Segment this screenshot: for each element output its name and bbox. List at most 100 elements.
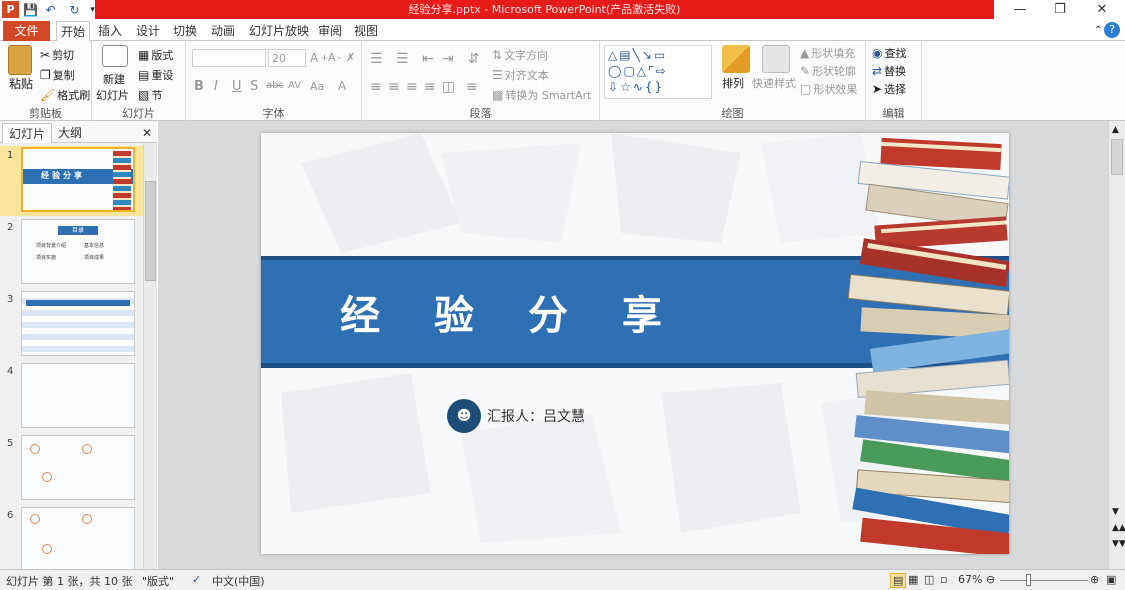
numbering-icon[interactable]: ☰: [396, 51, 409, 67]
right-arrow-shape-icon[interactable]: ⇨: [656, 64, 668, 78]
quick-styles-icon[interactable]: [762, 45, 790, 73]
bracket-shape-icon[interactable]: }: [655, 80, 665, 94]
tab-slides-panel[interactable]: 幻灯片: [2, 123, 53, 143]
close-button[interactable]: ✕: [1082, 0, 1122, 19]
zoom-out-icon[interactable]: ⊖: [986, 573, 995, 586]
arrange-button[interactable]: 排列: [722, 75, 744, 91]
shadow-button[interactable]: S: [250, 79, 258, 94]
help-icon[interactable]: ?: [1104, 22, 1120, 38]
shapes-gallery[interactable]: △▤╲↘▭ ◯▢△⌜⇨ ⇩☆∿{}: [604, 45, 712, 99]
line-spacing-icon[interactable]: ⇵: [468, 51, 480, 67]
new-slide-dropdown[interactable]: 幻灯片: [96, 87, 129, 103]
justify-icon[interactable]: ≡: [424, 79, 436, 95]
star-shape-icon[interactable]: ☆: [620, 80, 633, 94]
oval-shape-icon[interactable]: ◯: [608, 64, 623, 78]
fit-to-window-icon[interactable]: ▣: [1106, 573, 1116, 586]
cut-button[interactable]: ✂ 剪切: [40, 47, 74, 63]
brace-shape-icon[interactable]: {: [645, 80, 655, 94]
slide-thumbnail-2[interactable]: 2 目录 项目背景介绍 基本信息 项目实施 项目成果: [0, 218, 143, 288]
change-case-button[interactable]: Aa: [310, 80, 324, 93]
slide-thumbnail-6[interactable]: 6: [0, 506, 143, 576]
prev-slide-icon[interactable]: ▲▲: [1112, 523, 1125, 533]
strikethrough-button[interactable]: abc: [266, 80, 284, 91]
down-arrow-shape-icon[interactable]: ⇩: [608, 80, 620, 94]
scroll-up-icon[interactable]: ▲: [1112, 125, 1119, 135]
italic-button[interactable]: I: [214, 79, 218, 94]
spellcheck-icon[interactable]: ✓: [192, 573, 201, 586]
theme-status[interactable]: "版式": [142, 573, 174, 589]
triangle2-shape-icon[interactable]: △: [637, 64, 648, 78]
panel-scrollbar[interactable]: [143, 143, 157, 569]
zoom-slider-thumb[interactable]: [1026, 574, 1031, 586]
line-shape-icon[interactable]: ╲: [633, 48, 642, 62]
shape-outline-button[interactable]: ✎ 形状轮廓: [800, 63, 856, 79]
zoom-in-icon[interactable]: ⊕: [1090, 573, 1099, 586]
curve-shape-icon[interactable]: ∿: [633, 80, 645, 94]
format-painter-button[interactable]: 🖌 格式刷: [40, 87, 90, 103]
font-size-box[interactable]: 20: [268, 49, 306, 67]
undo-icon[interactable]: ↶: [42, 1, 59, 18]
bold-button[interactable]: B: [194, 79, 204, 94]
text-direction-button[interactable]: ⇅ 文字方向: [492, 47, 548, 63]
align-left-icon[interactable]: ≡: [370, 79, 382, 95]
layout-button[interactable]: ▦ 版式: [138, 47, 173, 63]
slide-thumbnail-5[interactable]: 5: [0, 434, 143, 504]
clear-format-icon[interactable]: ✗: [346, 51, 355, 64]
panel-close-icon[interactable]: ✕: [136, 123, 158, 143]
tab-slideshow[interactable]: 幻灯片放映: [245, 21, 313, 41]
tab-file[interactable]: 文件: [3, 21, 50, 41]
increase-indent-icon[interactable]: ⇥: [442, 51, 454, 67]
next-slide-icon[interactable]: ▼▼: [1112, 539, 1125, 549]
scroll-down-icon[interactable]: ▼: [1112, 507, 1119, 517]
tab-view[interactable]: 视图: [350, 21, 382, 41]
shape-fill-button[interactable]: ▲ 形状填充: [800, 45, 855, 61]
shape-effects-button[interactable]: □ 形状效果: [800, 81, 857, 97]
tab-design[interactable]: 设计: [132, 21, 164, 41]
reset-button[interactable]: ▤ 重设: [138, 67, 173, 83]
tab-review[interactable]: 审阅: [314, 21, 346, 41]
shrink-font-button[interactable]: A-: [328, 51, 341, 64]
underline-button[interactable]: U: [232, 79, 242, 94]
reading-view-icon[interactable]: ◫: [924, 573, 934, 586]
paste-button[interactable]: 粘贴: [9, 75, 33, 92]
rectangle-shape-icon[interactable]: ▭: [654, 48, 667, 62]
tab-insert[interactable]: 插入: [94, 21, 126, 41]
slide-title[interactable]: 经 验 分 享: [261, 283, 761, 341]
current-slide[interactable]: 经 验 分 享 ☻ 汇报人：吕文慧: [261, 133, 1009, 554]
rounded-rect-shape-icon[interactable]: ▢: [623, 64, 636, 78]
slide-thumbnail-1[interactable]: 1 经验分享: [0, 146, 143, 216]
editor-scroll-thumb[interactable]: [1111, 139, 1123, 175]
arrange-icon[interactable]: [722, 45, 750, 73]
slide-thumbnail-4[interactable]: 4: [0, 362, 143, 432]
restore-button[interactable]: ❐: [1040, 0, 1080, 19]
font-color-button[interactable]: A: [338, 79, 346, 93]
font-name-box[interactable]: [192, 49, 266, 67]
save-icon[interactable]: 💾: [22, 1, 39, 18]
select-button[interactable]: ➤ 选择: [872, 81, 906, 97]
powerpoint-app-icon[interactable]: P: [2, 1, 19, 18]
grow-font-button[interactable]: A +: [310, 51, 329, 65]
slide-sorter-view-icon[interactable]: ▦: [908, 573, 918, 586]
tab-animations[interactable]: 动画: [207, 21, 239, 41]
zoom-slider[interactable]: [1000, 580, 1088, 581]
editor-vertical-scrollbar[interactable]: ▲ ▼ ▲▲ ▼▼: [1108, 121, 1125, 569]
elbow-shape-icon[interactable]: ⌜: [648, 64, 656, 78]
align-text-button[interactable]: ☰ 对齐文本: [492, 67, 549, 83]
align-right-icon[interactable]: ≡: [406, 79, 418, 95]
quick-styles-button[interactable]: 快速样式: [752, 75, 796, 91]
smartart-button[interactable]: ▩ 转换为 SmartArt: [492, 87, 591, 103]
replace-button[interactable]: ⇄ 替换: [872, 63, 906, 79]
paste-icon[interactable]: [8, 45, 32, 75]
slideshow-view-icon[interactable]: ▫: [940, 573, 947, 586]
presenter-block[interactable]: ☻ 汇报人：吕文慧: [447, 399, 585, 433]
panel-scroll-thumb[interactable]: [145, 181, 156, 281]
slide-thumbnail-3[interactable]: 3: [0, 290, 143, 360]
distributed-icon[interactable]: ≡: [466, 79, 478, 95]
bullets-icon[interactable]: ☰: [370, 51, 383, 67]
triangle-shape-icon[interactable]: △: [608, 48, 619, 62]
section-button[interactable]: ▧ 节: [138, 87, 162, 103]
copy-button[interactable]: ❐ 复制: [40, 67, 75, 83]
minimize-button[interactable]: —: [1000, 0, 1040, 19]
zoom-level[interactable]: 67%: [958, 573, 982, 586]
new-slide-icon[interactable]: [102, 45, 128, 67]
